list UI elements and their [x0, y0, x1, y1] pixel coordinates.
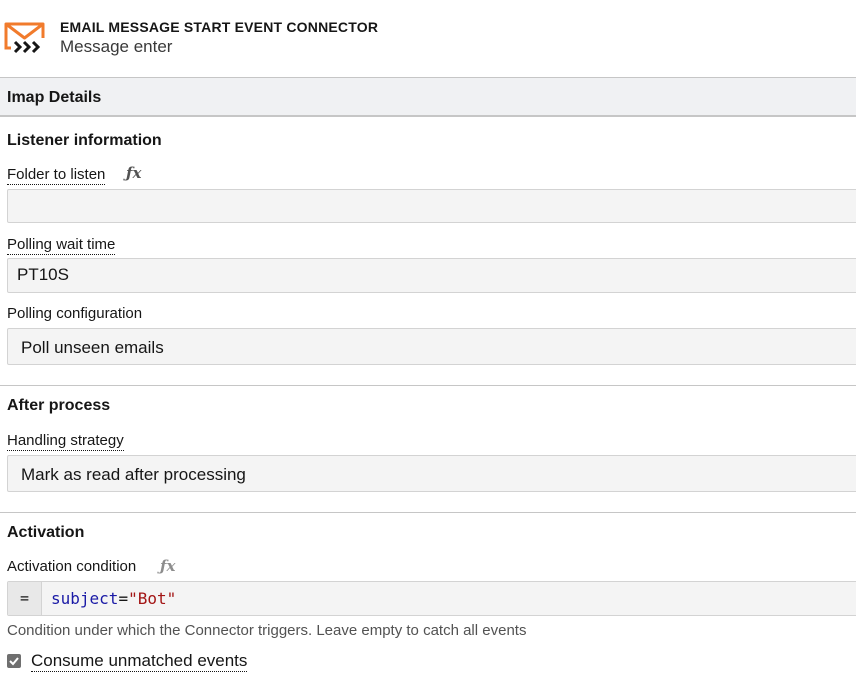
feel-equals-indicator: =: [8, 582, 42, 615]
handling-strategy-label-text: Handling strategy: [7, 432, 124, 451]
properties-header: EMAIL MESSAGE START EVENT CONNECTOR Mess…: [0, 0, 856, 76]
checkmark-icon: [9, 657, 19, 666]
group-title: Imap Details: [7, 89, 102, 106]
connector-type-label: EMAIL MESSAGE START EVENT CONNECTOR: [60, 19, 379, 35]
handling-strategy-label: Handling strategy: [7, 432, 124, 451]
polling-wait-time-value: PT10S: [17, 265, 69, 284]
code-key: subject: [51, 589, 119, 608]
section-divider: [0, 385, 856, 386]
activation-condition-feel-editor[interactable]: = subject="Bot": [7, 581, 856, 616]
polling-configuration-value: Poll unseen emails: [21, 338, 164, 357]
fx-icon[interactable]: ƒx: [160, 557, 175, 575]
folder-to-listen-label: Folder to listen: [7, 166, 106, 185]
polling-wait-time-label-text: Polling wait time: [7, 236, 116, 255]
folder-to-listen-label-text: Folder to listen: [7, 166, 106, 185]
polling-wait-time-input[interactable]: PT10S: [7, 258, 856, 293]
element-name: Message enter: [60, 37, 173, 56]
folder-to-listen-input[interactable]: [7, 189, 856, 223]
feel-expression-code[interactable]: subject="Bot": [51, 589, 176, 608]
polling-configuration-select[interactable]: Poll unseen emails: [7, 328, 856, 365]
section-title-listener: Listener information: [7, 132, 162, 149]
email-connector-icon: [4, 22, 45, 54]
polling-wait-time-label: Polling wait time: [7, 236, 116, 255]
consume-unmatched-label[interactable]: Consume unmatched events: [31, 651, 248, 672]
section-title-activation: Activation: [7, 524, 85, 541]
activation-condition-help: Condition under which the Connector trig…: [7, 622, 527, 639]
section-divider: [0, 512, 856, 513]
activation-condition-label: Activation condition: [7, 558, 137, 575]
consume-unmatched-label-text: Consume unmatched events: [31, 651, 248, 672]
code-string: "Bot": [128, 589, 177, 608]
polling-configuration-label: Polling configuration: [7, 305, 143, 322]
code-operator: =: [118, 589, 129, 608]
group-header-imap-details[interactable]: Imap Details: [0, 77, 856, 117]
handling-strategy-select[interactable]: Mark as read after processing: [7, 455, 856, 492]
section-title-after-process: After process: [7, 397, 111, 414]
fx-icon[interactable]: ƒx: [126, 164, 141, 182]
consume-unmatched-checkbox[interactable]: [7, 654, 21, 668]
handling-strategy-value: Mark as read after processing: [21, 465, 246, 484]
